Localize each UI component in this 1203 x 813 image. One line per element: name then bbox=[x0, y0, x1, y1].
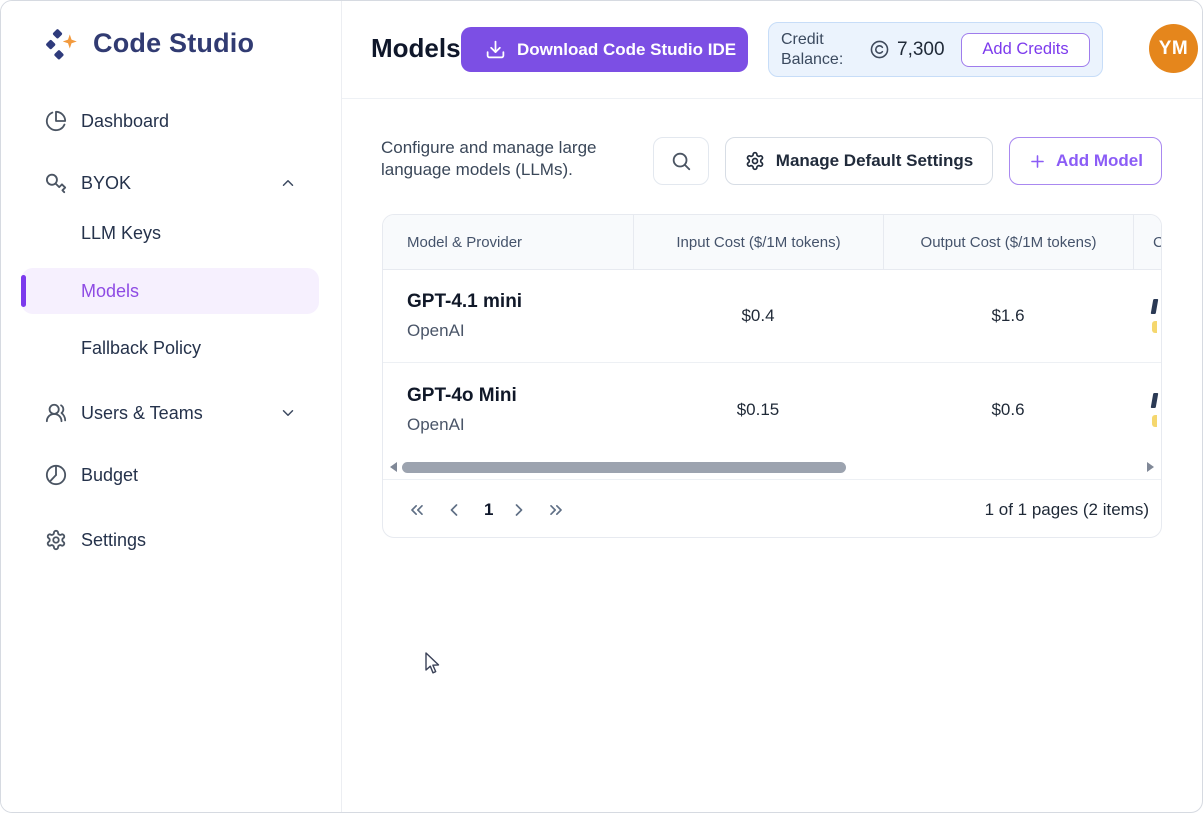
sidebar-item-fallback-policy[interactable]: Fallback Policy bbox=[1, 328, 342, 368]
sidebar: Code Studio Dashboard BYOK LLM Keys Mode… bbox=[1, 1, 342, 812]
model-provider: OpenAI bbox=[407, 321, 465, 341]
plus-icon bbox=[1028, 152, 1047, 171]
active-item-accent-bar bbox=[21, 275, 26, 307]
previous-page-button[interactable] bbox=[444, 500, 464, 520]
pagination-bar: 1 1 of 1 pages (2 items) bbox=[383, 479, 1161, 538]
sidebar-item-budget[interactable]: Budget bbox=[1, 455, 342, 495]
pagination-summary: 1 of 1 pages (2 items) bbox=[985, 500, 1149, 520]
sidebar-item-label: Fallback Policy bbox=[81, 338, 201, 359]
clipped-fragment bbox=[1151, 299, 1159, 314]
credit-balance-label: Credit Balance: bbox=[781, 30, 859, 70]
sidebar-item-label: Dashboard bbox=[81, 111, 169, 132]
table-row[interactable]: GPT-4.1 mini OpenAI $0.4 $1.6 bbox=[383, 270, 1161, 363]
column-header-input-cost: Input Cost ($/1M tokens) bbox=[633, 215, 883, 269]
model-cell: GPT-4.1 mini OpenAI bbox=[383, 270, 633, 362]
manage-default-settings-button[interactable]: Manage Default Settings bbox=[725, 137, 993, 185]
output-cost-cell: $1.6 bbox=[883, 270, 1133, 362]
mouse-cursor bbox=[420, 651, 442, 675]
sidebar-item-label: Users & Teams bbox=[81, 403, 203, 424]
chevron-down-icon bbox=[279, 404, 297, 422]
download-ide-button[interactable]: Download Code Studio IDE bbox=[461, 27, 748, 72]
credit-balance-pill: Credit Balance: 7,300 Add Credits bbox=[768, 22, 1103, 77]
key-icon bbox=[45, 172, 67, 194]
add-credits-button[interactable]: Add Credits bbox=[961, 33, 1090, 67]
sparkle-icon bbox=[63, 34, 77, 48]
sidebar-item-label: Models bbox=[81, 281, 139, 302]
active-item-highlight bbox=[21, 268, 319, 314]
manage-default-settings-label: Manage Default Settings bbox=[776, 151, 973, 171]
brand-logo: Code Studio bbox=[44, 27, 254, 60]
sidebar-item-byok[interactable]: BYOK bbox=[1, 163, 342, 203]
page-description: Configure and manage large language mode… bbox=[381, 137, 596, 181]
models-table-card: Model & Provider Input Cost ($/1M tokens… bbox=[382, 214, 1162, 538]
sidebar-item-settings[interactable]: Settings bbox=[1, 520, 342, 560]
first-page-button[interactable] bbox=[407, 500, 427, 520]
column-header-clipped: C bbox=[1133, 215, 1161, 269]
table-row[interactable]: GPT-4o Mini OpenAI $0.15 $0.6 bbox=[383, 363, 1161, 456]
gear-icon bbox=[45, 529, 67, 551]
search-button[interactable] bbox=[653, 137, 709, 185]
last-page-button[interactable] bbox=[546, 500, 566, 520]
app-window: Code Studio Dashboard BYOK LLM Keys Mode… bbox=[0, 0, 1203, 813]
description-line-1: Configure and manage large bbox=[381, 138, 596, 157]
model-provider: OpenAI bbox=[407, 415, 465, 435]
chevron-up-icon bbox=[279, 174, 297, 192]
pie-chart-icon bbox=[45, 110, 67, 132]
input-cost-cell: $0.4 bbox=[633, 270, 883, 362]
download-ide-label: Download Code Studio IDE bbox=[517, 40, 736, 60]
add-model-button[interactable]: Add Model bbox=[1009, 137, 1162, 185]
input-cost-cell: $0.15 bbox=[633, 363, 883, 456]
description-line-2: language models (LLMs). bbox=[381, 160, 573, 179]
sidebar-item-label: LLM Keys bbox=[81, 223, 161, 244]
clipped-fragment bbox=[1152, 415, 1157, 427]
next-page-button[interactable] bbox=[509, 500, 529, 520]
clipped-fragment bbox=[1152, 321, 1157, 333]
sidebar-item-label: BYOK bbox=[81, 173, 131, 194]
column-header-model-provider: Model & Provider bbox=[383, 215, 633, 269]
gear-icon bbox=[745, 151, 765, 171]
current-page-number[interactable]: 1 bbox=[484, 500, 493, 520]
sidebar-item-users-teams[interactable]: Users & Teams bbox=[1, 393, 342, 433]
search-icon bbox=[670, 150, 692, 172]
model-name: GPT-4.1 mini bbox=[407, 291, 522, 313]
output-cost-cell: $0.6 bbox=[883, 363, 1133, 456]
scrollbar-track[interactable] bbox=[402, 462, 1142, 473]
clipped-cell-content bbox=[1133, 270, 1161, 362]
model-cell: GPT-4o Mini OpenAI bbox=[383, 363, 633, 456]
pie-slice-icon bbox=[45, 464, 67, 486]
sidebar-item-label: Budget bbox=[81, 465, 138, 486]
clipped-cell-content bbox=[1133, 363, 1161, 456]
credit-coin-icon bbox=[869, 39, 890, 60]
brand-name: Code Studio bbox=[93, 28, 254, 59]
page-title: Models bbox=[371, 33, 461, 64]
avatar[interactable]: YM bbox=[1149, 24, 1198, 73]
header-divider bbox=[342, 98, 1203, 99]
sidebar-item-dashboard[interactable]: Dashboard bbox=[1, 101, 342, 141]
credit-amount: 7,300 bbox=[897, 39, 945, 61]
sidebar-item-llm-keys[interactable]: LLM Keys bbox=[1, 213, 342, 253]
scroll-left-arrow-icon[interactable] bbox=[390, 462, 397, 472]
clipped-fragment bbox=[1151, 393, 1159, 408]
download-icon bbox=[485, 39, 506, 60]
horizontal-scrollbar[interactable] bbox=[390, 460, 1154, 474]
scroll-right-arrow-icon[interactable] bbox=[1147, 462, 1154, 472]
users-icon bbox=[45, 402, 67, 424]
sidebar-item-models[interactable]: Models bbox=[1, 268, 342, 314]
model-name: GPT-4o Mini bbox=[407, 385, 517, 407]
code-studio-logo-icon bbox=[44, 27, 77, 60]
table-header-row: Model & Provider Input Cost ($/1M tokens… bbox=[383, 215, 1161, 270]
column-header-output-cost: Output Cost ($/1M tokens) bbox=[883, 215, 1133, 269]
sidebar-item-label: Settings bbox=[81, 530, 146, 551]
add-model-label: Add Model bbox=[1056, 151, 1143, 171]
scrollbar-thumb[interactable] bbox=[402, 462, 846, 473]
